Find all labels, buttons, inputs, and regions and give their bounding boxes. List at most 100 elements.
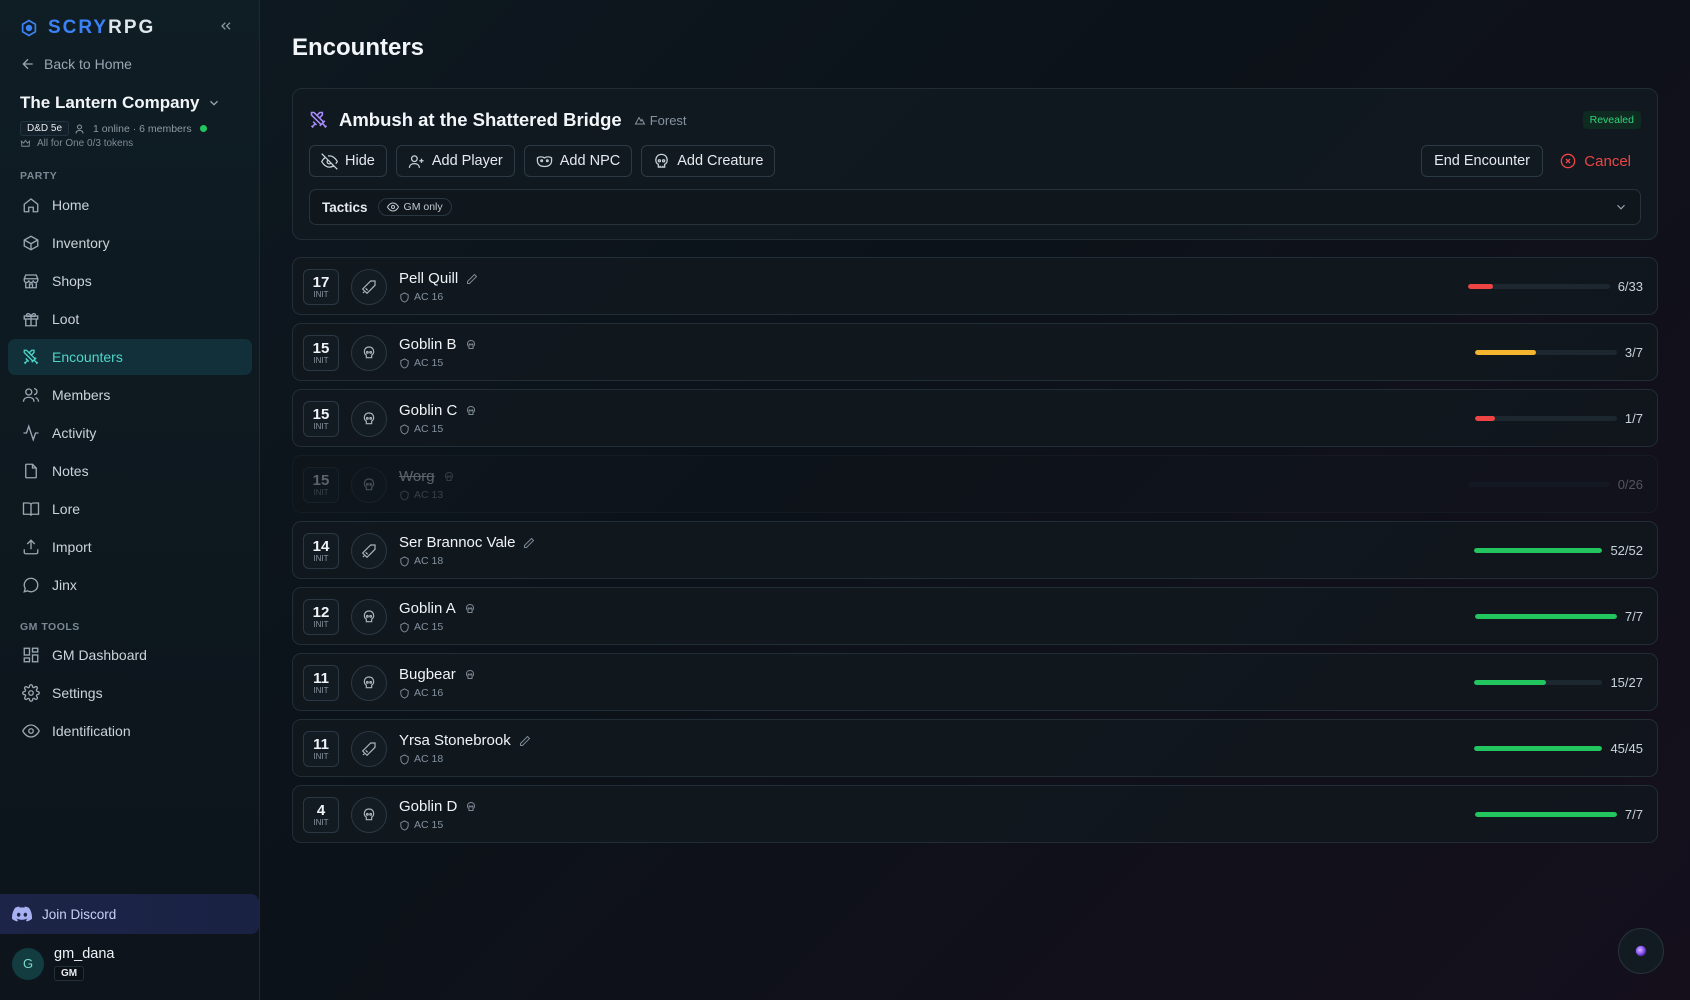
hp-display[interactable]: 7/7 (1474, 807, 1643, 822)
creature-type-icon (351, 665, 387, 701)
hp-display[interactable]: 0/26 (1467, 477, 1643, 492)
sidebar-item-inventory[interactable]: Inventory (8, 225, 252, 261)
creature-type-icon (351, 401, 387, 437)
shield-icon (400, 423, 409, 435)
hp-display[interactable]: 7/7 (1474, 609, 1643, 624)
hide-button[interactable]: Hide (309, 145, 387, 177)
shield-icon (400, 357, 409, 369)
sidebar-item-lore[interactable]: Lore (8, 491, 252, 527)
sidebar-item-jinx[interactable]: Jinx (8, 567, 252, 603)
sidebar-item-label: Activity (52, 425, 97, 441)
armor-class: AC 15 (399, 819, 443, 831)
hp-display[interactable]: 1/7 (1474, 411, 1643, 426)
box-icon (23, 235, 39, 251)
sidebar-item-settings[interactable]: Settings (8, 675, 252, 711)
party-switcher[interactable]: The Lantern Company (20, 93, 221, 113)
tactics-toggle[interactable]: Tactics GM only (309, 189, 1641, 225)
combatant-name[interactable]: Goblin D (399, 798, 477, 815)
pencil-icon[interactable] (523, 537, 535, 549)
combatant-row[interactable]: 4 INIT Goblin D AC 15 7/7 (292, 785, 1658, 843)
initiative-badge[interactable]: 11 INIT (303, 665, 339, 701)
sidebar-item-label: Identification (52, 723, 131, 739)
combatant-row[interactable]: 17 INIT Pell Quill AC 16 6/33 (292, 257, 1658, 315)
back-to-home-link[interactable]: Back to Home (20, 56, 132, 72)
encounter-actions: Hide Add Player Add NPC Add Creature (309, 145, 776, 177)
sidebar-item-loot[interactable]: Loot (8, 301, 252, 337)
initiative-badge[interactable]: 4 INIT (303, 797, 339, 833)
orb-icon (1635, 945, 1647, 957)
hp-display[interactable]: 3/7 (1474, 345, 1643, 360)
sidebar-item-gm-dashboard[interactable]: GM Dashboard (8, 637, 252, 673)
combatant-row[interactable]: 11 INIT Bugbear AC 16 15/27 (292, 653, 1658, 711)
initiative-badge[interactable]: 12 INIT (303, 599, 339, 635)
sidebar-item-encounters[interactable]: Encounters (8, 339, 252, 375)
creature-type-icon (351, 797, 387, 833)
party-name: The Lantern Company (20, 93, 200, 112)
armor-class-value: AC 15 (414, 423, 444, 435)
initiative-badge[interactable]: 11 INIT (303, 731, 339, 767)
user-profile[interactable]: G gm_dana GM (12, 946, 114, 981)
add-npc-button[interactable]: Add NPC (523, 145, 633, 177)
sidebar-item-label: Notes (52, 463, 89, 479)
combatant-list: 17 INIT Pell Quill AC 16 6/33 15 INIT Goblin B A… (292, 257, 1658, 851)
combatant-name[interactable]: Ser Brannoc Vale (399, 534, 535, 551)
combatant-row[interactable]: 14 INIT Ser Brannoc Vale AC 18 52/52 (292, 521, 1658, 579)
initiative-badge[interactable]: 15 INIT (303, 335, 339, 371)
combatant-row[interactable]: 11 INIT Yrsa Stonebrook AC 18 45/45 (292, 719, 1658, 777)
hp-display[interactable]: 45/45 (1474, 741, 1643, 756)
system-badge: D&D 5e (20, 121, 70, 136)
add-creature-button[interactable]: Add Creature (641, 145, 776, 177)
combatant-name[interactable]: Bugbear (399, 666, 476, 683)
cancel-encounter-button[interactable]: Cancel (1560, 145, 1631, 177)
initiative-badge[interactable]: 15 INIT (303, 467, 339, 503)
skull-icon (467, 405, 476, 415)
add-player-button[interactable]: Add Player (395, 145, 515, 177)
hp-display[interactable]: 52/52 (1474, 543, 1643, 558)
chevron-down-icon (1617, 204, 1625, 210)
hp-display[interactable]: 15/27 (1474, 675, 1643, 690)
sidebar-item-home[interactable]: Home (8, 187, 252, 223)
initiative-badge[interactable]: 17 INIT (303, 269, 339, 305)
sidebar-item-identification[interactable]: Identification (8, 713, 252, 749)
status-badge: Revealed (1582, 111, 1641, 129)
combatant-row[interactable]: 12 INIT Goblin A AC 15 7/7 (292, 587, 1658, 645)
sidebar-item-activity[interactable]: Activity (8, 415, 252, 451)
sidebar-item-label: Home (52, 197, 90, 213)
combatant-name[interactable]: Worg (399, 468, 455, 485)
brand-logo[interactable]: SCRYRPG (20, 17, 155, 39)
combatant-name[interactable]: Yrsa Stonebrook (399, 732, 531, 749)
sidebar-item-shops[interactable]: Shops (8, 263, 252, 299)
sidebar-item-import[interactable]: Import (8, 529, 252, 565)
combatant-name[interactable]: Goblin A (399, 600, 476, 617)
combatant-row[interactable]: 15 INIT Goblin B AC 15 3/7 (292, 323, 1658, 381)
initiative-badge[interactable]: 15 INIT (303, 401, 339, 437)
pencil-icon[interactable] (519, 735, 531, 747)
collapse-sidebar-icon[interactable] (218, 18, 234, 34)
pencil-icon[interactable] (466, 273, 478, 285)
join-discord-button[interactable]: Join Discord (0, 894, 259, 934)
cancel-label: Cancel (1584, 152, 1631, 170)
assistant-fab-button[interactable] (1618, 928, 1664, 974)
combatant-row[interactable]: 15 INIT Goblin C AC 15 1/7 (292, 389, 1658, 447)
sidebar-item-label: Jinx (52, 577, 77, 593)
add-npc-label: Add NPC (559, 153, 621, 169)
combatant-name[interactable]: Goblin C (399, 402, 477, 419)
combatant-name[interactable]: Pell Quill (399, 270, 478, 287)
combatant-name-text: Goblin A (399, 600, 456, 617)
hp-bar (1474, 680, 1603, 685)
sidebar-item-members[interactable]: Members (8, 377, 252, 413)
sidebar-item-notes[interactable]: Notes (8, 453, 252, 489)
combatant-name-text: Bugbear (399, 666, 456, 683)
armor-class-value: AC 18 (414, 555, 444, 567)
hp-display[interactable]: 6/33 (1467, 279, 1643, 294)
combatant-name[interactable]: Goblin B (399, 336, 477, 353)
armor-class: AC 16 (399, 291, 443, 303)
combatant-name-text: Goblin D (399, 798, 458, 815)
combatant-row[interactable]: 15 INIT Worg AC 13 0/26 (292, 455, 1658, 513)
mountain-icon (634, 116, 646, 125)
sidebar-item-label: Members (52, 387, 111, 403)
user-name: gm_dana (54, 946, 115, 962)
skull-icon (655, 153, 669, 168)
end-encounter-button[interactable]: End Encounter (1421, 145, 1543, 177)
initiative-badge[interactable]: 14 INIT (303, 533, 339, 569)
